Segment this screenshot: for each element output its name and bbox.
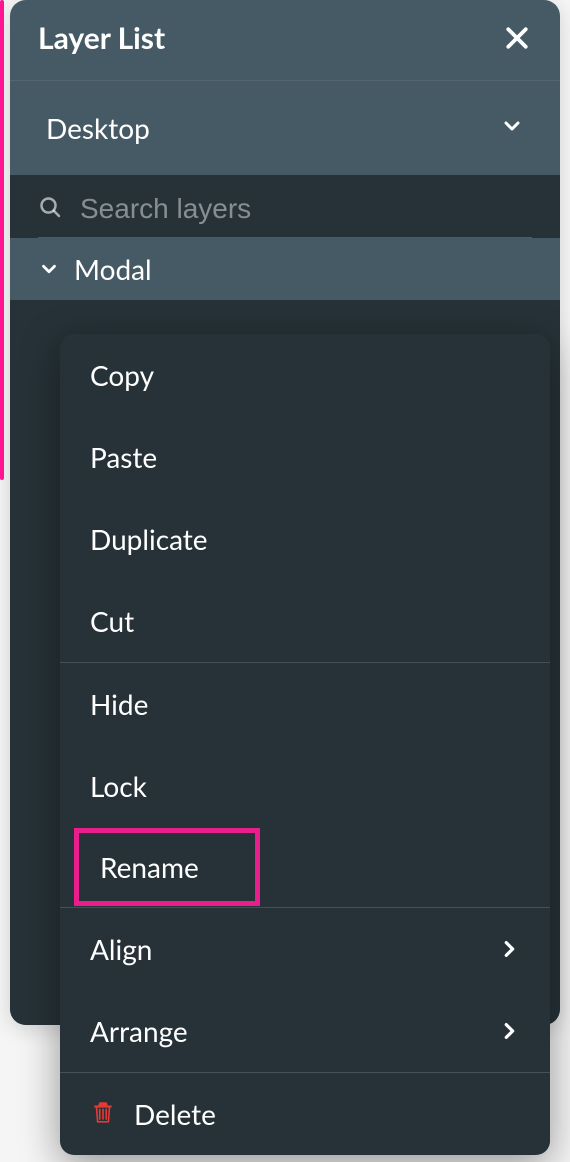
menu-item-label: Cut [90,604,134,638]
chevron-down-icon [38,252,60,286]
trash-icon [90,1097,116,1131]
menu-item-paste[interactable]: Paste [60,416,550,498]
close-button[interactable] [502,23,532,53]
menu-item-label: Copy [90,358,154,392]
context-menu: Copy Paste Duplicate Cut Hide Lock Renam… [60,334,550,1155]
menu-item-delete[interactable]: Delete [60,1073,550,1155]
chevron-down-icon [500,114,524,142]
menu-item-copy[interactable]: Copy [60,334,550,416]
menu-item-cut[interactable]: Cut [60,580,550,662]
menu-item-arrange[interactable]: Arrange [60,990,550,1072]
menu-item-label: Align [90,932,152,966]
menu-item-label: Hide [90,687,148,721]
layer-item-label: Modal [74,252,152,286]
chevron-right-icon [498,932,520,966]
layer-item-modal[interactable]: Modal [10,238,560,300]
close-icon [502,23,532,53]
panel-header: Layer List [10,0,560,81]
menu-item-align[interactable]: Align [60,908,550,990]
search-input[interactable] [80,193,532,225]
search-wrap [38,193,532,238]
menu-item-label: Lock [90,769,147,803]
menu-item-label: Rename [100,850,199,884]
menu-item-label: Paste [90,440,157,474]
menu-item-label: Duplicate [90,522,208,556]
breakpoint-label: Desktop [46,111,150,145]
menu-item-duplicate[interactable]: Duplicate [60,498,550,580]
menu-item-label: Arrange [90,1014,188,1048]
chevron-right-icon [498,1014,520,1048]
menu-item-rename[interactable]: Rename [76,830,258,904]
selection-edge-indicator [0,0,4,480]
breakpoint-selector[interactable]: Desktop [10,81,560,175]
menu-item-lock[interactable]: Lock [60,745,550,827]
menu-item-label: Delete [134,1097,216,1131]
search-icon [38,195,62,223]
menu-item-hide[interactable]: Hide [60,663,550,745]
panel-title: Layer List [38,20,165,56]
search-section [10,175,560,238]
